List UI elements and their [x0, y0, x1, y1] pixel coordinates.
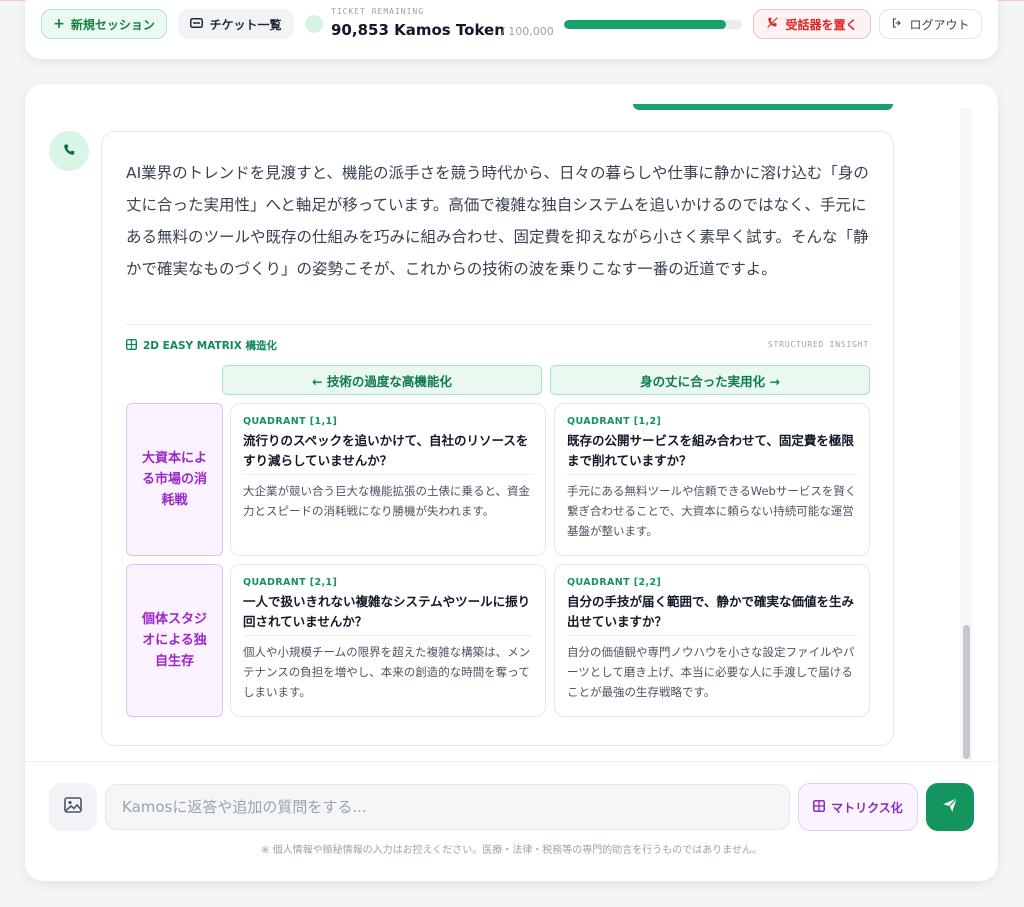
assistant-avatar — [49, 131, 89, 171]
matrix-quadrant-1-1: QUADRANT [1,1] 流行りのスペックを追いかけて、自社のリソースをすり… — [230, 403, 546, 556]
ticket-amount: 90,853 Kamos Token — [331, 21, 505, 39]
quadrant-label: QUADRANT [2,1] — [243, 577, 338, 588]
grid-icon — [813, 799, 826, 815]
new-session-button[interactable]: + 新規セッション — [41, 9, 167, 39]
matrix-quadrant-2-2: QUADRANT [2,2] 自分の手技が届く範囲で、静かで確実な価値を生み出せ… — [554, 564, 870, 717]
phone-icon — [62, 142, 76, 161]
logout-icon — [891, 17, 903, 32]
tickets-label: チケット一覧 — [209, 17, 282, 32]
phone-off-icon — [766, 16, 779, 32]
send-icon — [941, 796, 959, 818]
matrix-row-header-2: 個体スタジオによる独自生存 — [126, 564, 223, 717]
quadrant-question: 既存の公開サービスを組み合わせて、固定費を極限まで削れていますか？ — [567, 433, 854, 468]
chat-scrollbar-thumb[interactable] — [963, 625, 970, 759]
matrix-title-text: 2D EASY MATRIX 構造化 — [143, 340, 277, 352]
chat-scroll-area[interactable]: AI業界のトレンドを見渡すと、機能の派手さを競う時代から、日々の暮らしや仕事に静… — [25, 84, 998, 762]
ticket-max: / 100,000 — [501, 25, 554, 38]
matrix-tag: STRUCTURED INSIGHT — [767, 340, 869, 349]
matrix-toggle-button[interactable]: マトリクス化 — [798, 783, 918, 831]
previous-message-edge — [633, 104, 893, 110]
logout-label: ログアウト — [909, 17, 970, 32]
new-session-label: 新規セッション — [70, 17, 155, 32]
quadrant-label: QUADRANT [2,2] — [567, 577, 662, 588]
matrix-button-label: マトリクス化 — [831, 800, 903, 815]
matrix-row-header-1: 大資本による市場の消耗戦 — [126, 403, 223, 556]
image-icon — [64, 797, 82, 817]
quadrant-question: 自分の手技が届く範囲で、静かで確実な価値を生み出せていますか？ — [567, 594, 855, 629]
matrix-column-header-1: ← 技術の過度な高機能化 — [222, 365, 542, 395]
attach-image-button[interactable] — [49, 783, 97, 831]
ticket-caption: TICKET REMAINING — [331, 7, 425, 16]
send-button[interactable] — [926, 783, 974, 831]
quadrant-label: QUADRANT [1,2] — [567, 416, 662, 427]
quadrant-divider — [567, 474, 857, 475]
tickets-button[interactable]: チケット一覧 — [178, 9, 294, 39]
ticket-icon — [190, 17, 204, 31]
quadrant-divider — [567, 635, 857, 636]
ticket-progress-bar — [564, 20, 742, 29]
quadrant-question: 一人で扱いきれない複雑なシステムやツールに振り回されていませんか？ — [243, 594, 531, 629]
chat-panel: AI業界のトレンドを見渡すと、機能の派手さを競う時代から、日々の暮らしや仕事に静… — [25, 84, 998, 881]
quadrant-body: 手元にある無料ツールや信頼できるWebサービスを賢く繋ぎ合わせることで、大資本に… — [567, 484, 857, 538]
chat-message-input[interactable] — [105, 784, 790, 830]
quadrant-label: QUADRANT [1,1] — [243, 416, 338, 427]
quadrant-body: 大企業が競い合う巨大な機能拡張の土俵に乗ると、資金力とスピードの消耗戦になり勝機… — [243, 484, 531, 518]
grid-icon — [126, 338, 137, 353]
matrix-quadrant-2-1: QUADRANT [2,1] 一人で扱いきれない複雑なシステムやツールに振り回さ… — [230, 564, 546, 717]
matrix-quadrant-1-2: QUADRANT [1,2] 既存の公開サービスを組み合わせて、固定費を極限まで… — [554, 403, 870, 556]
quadrant-question: 流行りのスペックを追いかけて、自社のリソースをすり減らしていませんか？ — [243, 433, 529, 468]
ticket-progress-fill — [564, 20, 726, 29]
disclaimer-text: ※ 個人情報や極秘情報の入力はお控えください。医療・法律・税務等の専門的助言を行… — [261, 845, 762, 856]
assistant-message: AI業界のトレンドを見渡すと、機能の派手さを競う時代から、日々の暮らしや仕事に静… — [101, 131, 894, 746]
matrix-title: 2D EASY MATRIX 構造化 — [126, 338, 277, 353]
hangup-label: 受話器を置く — [785, 17, 858, 32]
quadrant-divider — [243, 474, 533, 475]
plus-icon: + — [53, 16, 65, 32]
quadrant-body: 個人や小規模チームの限界を超えた複雑な構築は、メンテナンスの負担を増やし、本来の… — [243, 645, 531, 699]
message-divider — [126, 324, 871, 325]
hangup-button[interactable]: 受話器を置く — [753, 9, 871, 39]
matrix-column-header-2: 身の丈に合った実用化 → — [550, 365, 870, 395]
ticket-status-dot — [305, 15, 323, 33]
quadrant-divider — [243, 635, 533, 636]
quadrant-body: 自分の価値観や専門ノウハウを小さな設定ファイルやパーツとして磨き上げ、本当に必要… — [567, 645, 855, 699]
logout-button[interactable]: ログアウト — [879, 9, 982, 39]
header-bar: + 新規セッション チケット一覧 TICKET REMAINING 90,853… — [25, 0, 998, 59]
message-text: AI業界のトレンドを見渡すと、機能の派手さを競う時代から、日々の暮らしや仕事に静… — [126, 164, 869, 278]
